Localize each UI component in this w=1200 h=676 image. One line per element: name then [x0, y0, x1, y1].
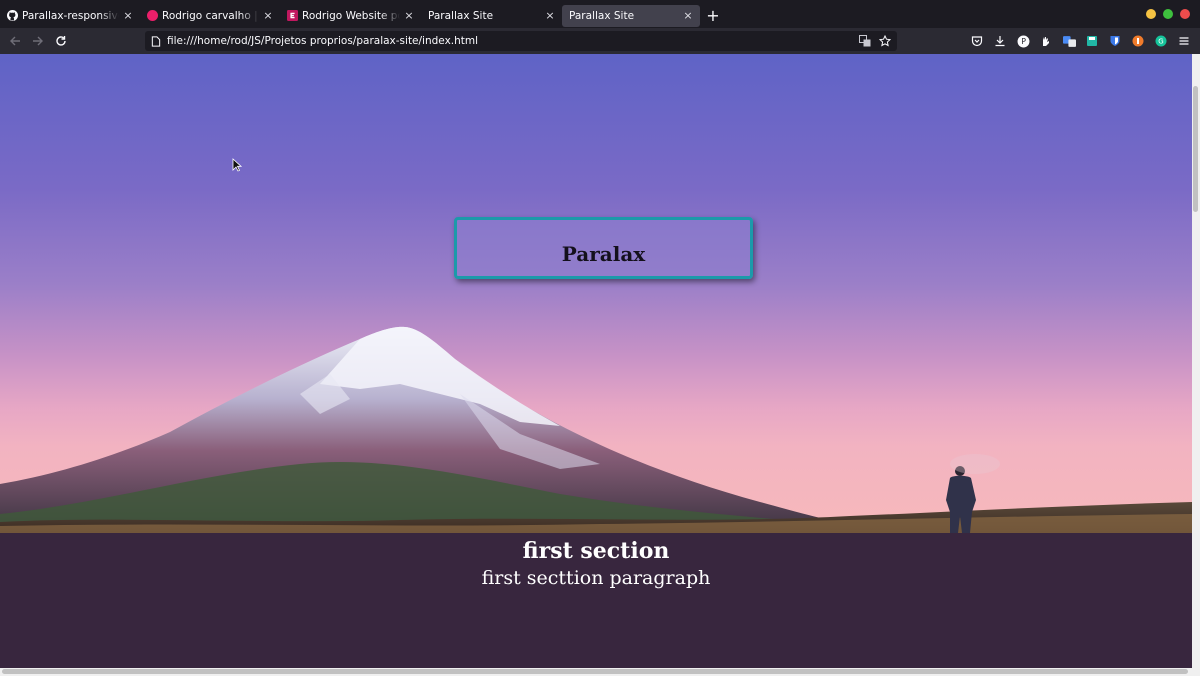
translate-icon[interactable]	[859, 32, 871, 51]
tab-dribbble[interactable]: Rodrigo carvalho | Dribbble ×	[140, 5, 280, 27]
pocket-icon[interactable]	[969, 33, 985, 49]
section-heading: first section	[522, 538, 670, 564]
tab-title: Parallax Site	[428, 9, 494, 22]
close-tab-icon[interactable]: ×	[403, 9, 415, 22]
section-paragraph: first secttion paragraph	[481, 567, 711, 589]
forward-button[interactable]	[27, 30, 49, 52]
back-button[interactable]	[4, 30, 26, 52]
back-arrow-icon	[10, 36, 20, 46]
tab-title: Parallax Site	[569, 9, 635, 22]
reload-button[interactable]	[50, 30, 72, 52]
mouse-cursor-icon	[232, 158, 242, 172]
page-viewport: Paralax first section first secttion par…	[0, 54, 1192, 668]
hero-title-box: Paralax	[454, 217, 753, 279]
tab-title: Rodrigo carvalho | Dribbble	[162, 9, 259, 22]
close-window-button[interactable]	[1180, 9, 1190, 19]
bitwarden-icon[interactable]	[1107, 33, 1123, 49]
url-text[interactable]: file:///home/rod/JS/Projetos proprios/pa…	[167, 35, 478, 47]
window-controls	[1146, 9, 1190, 19]
svg-text:P: P	[1021, 37, 1026, 46]
forward-arrow-icon	[33, 36, 43, 46]
tab-strip: Parallax-responsive-website × Rodrigo ca…	[0, 0, 1200, 28]
new-tab-button[interactable]: +	[702, 4, 724, 26]
close-tab-icon[interactable]: ×	[544, 9, 556, 22]
reload-icon	[56, 36, 66, 46]
close-tab-icon[interactable]: ×	[262, 9, 274, 22]
hero-section: Paralax	[0, 54, 1192, 533]
elementor-icon	[287, 10, 298, 21]
navigation-toolbar: file:///home/rod/JS/Projetos proprios/pa…	[0, 28, 1200, 54]
tab-parallax-active[interactable]: Parallax Site ×	[562, 4, 700, 27]
tab-title: Rodrigo Website portfolio	[302, 9, 400, 22]
menu-icon[interactable]	[1176, 33, 1192, 49]
extension-hand-icon[interactable]	[1038, 33, 1054, 49]
download-icon[interactable]	[992, 33, 1008, 49]
translate-extension-icon[interactable]	[1061, 33, 1077, 49]
toolbar-extensions: P G	[969, 31, 1192, 51]
address-bar[interactable]: file:///home/rod/JS/Projetos proprios/pa…	[145, 31, 897, 51]
grammarly-icon[interactable]: G	[1153, 33, 1169, 49]
hero-title: Paralax	[561, 242, 646, 266]
tab-portfolio[interactable]: Rodrigo Website portfolio ×	[280, 5, 421, 27]
save-extension-icon[interactable]	[1084, 33, 1100, 49]
bookmark-star-icon[interactable]	[878, 32, 892, 51]
extension-orange-icon[interactable]	[1130, 33, 1146, 49]
tab-title: Parallax-responsive-website	[22, 9, 119, 22]
vertical-scroll-thumb[interactable]	[1193, 86, 1198, 212]
mountain-landscape-image	[0, 326, 1192, 533]
first-section: first section first secttion paragraph	[0, 533, 1192, 668]
page-icon	[151, 35, 161, 47]
dribbble-icon	[147, 10, 158, 21]
tab-parallax-1[interactable]: Parallax Site ×	[421, 5, 562, 27]
extension-p-icon[interactable]: P	[1015, 33, 1031, 49]
close-tab-icon[interactable]: ×	[122, 9, 134, 22]
minimize-button[interactable]	[1146, 9, 1156, 19]
close-tab-icon[interactable]: ×	[682, 9, 694, 22]
tab-github[interactable]: Parallax-responsive-website ×	[0, 5, 140, 27]
horizontal-scroll-thumb[interactable]	[2, 669, 1188, 674]
maximize-button[interactable]	[1163, 9, 1173, 19]
svg-text:G: G	[1158, 38, 1163, 46]
github-icon	[7, 10, 18, 21]
